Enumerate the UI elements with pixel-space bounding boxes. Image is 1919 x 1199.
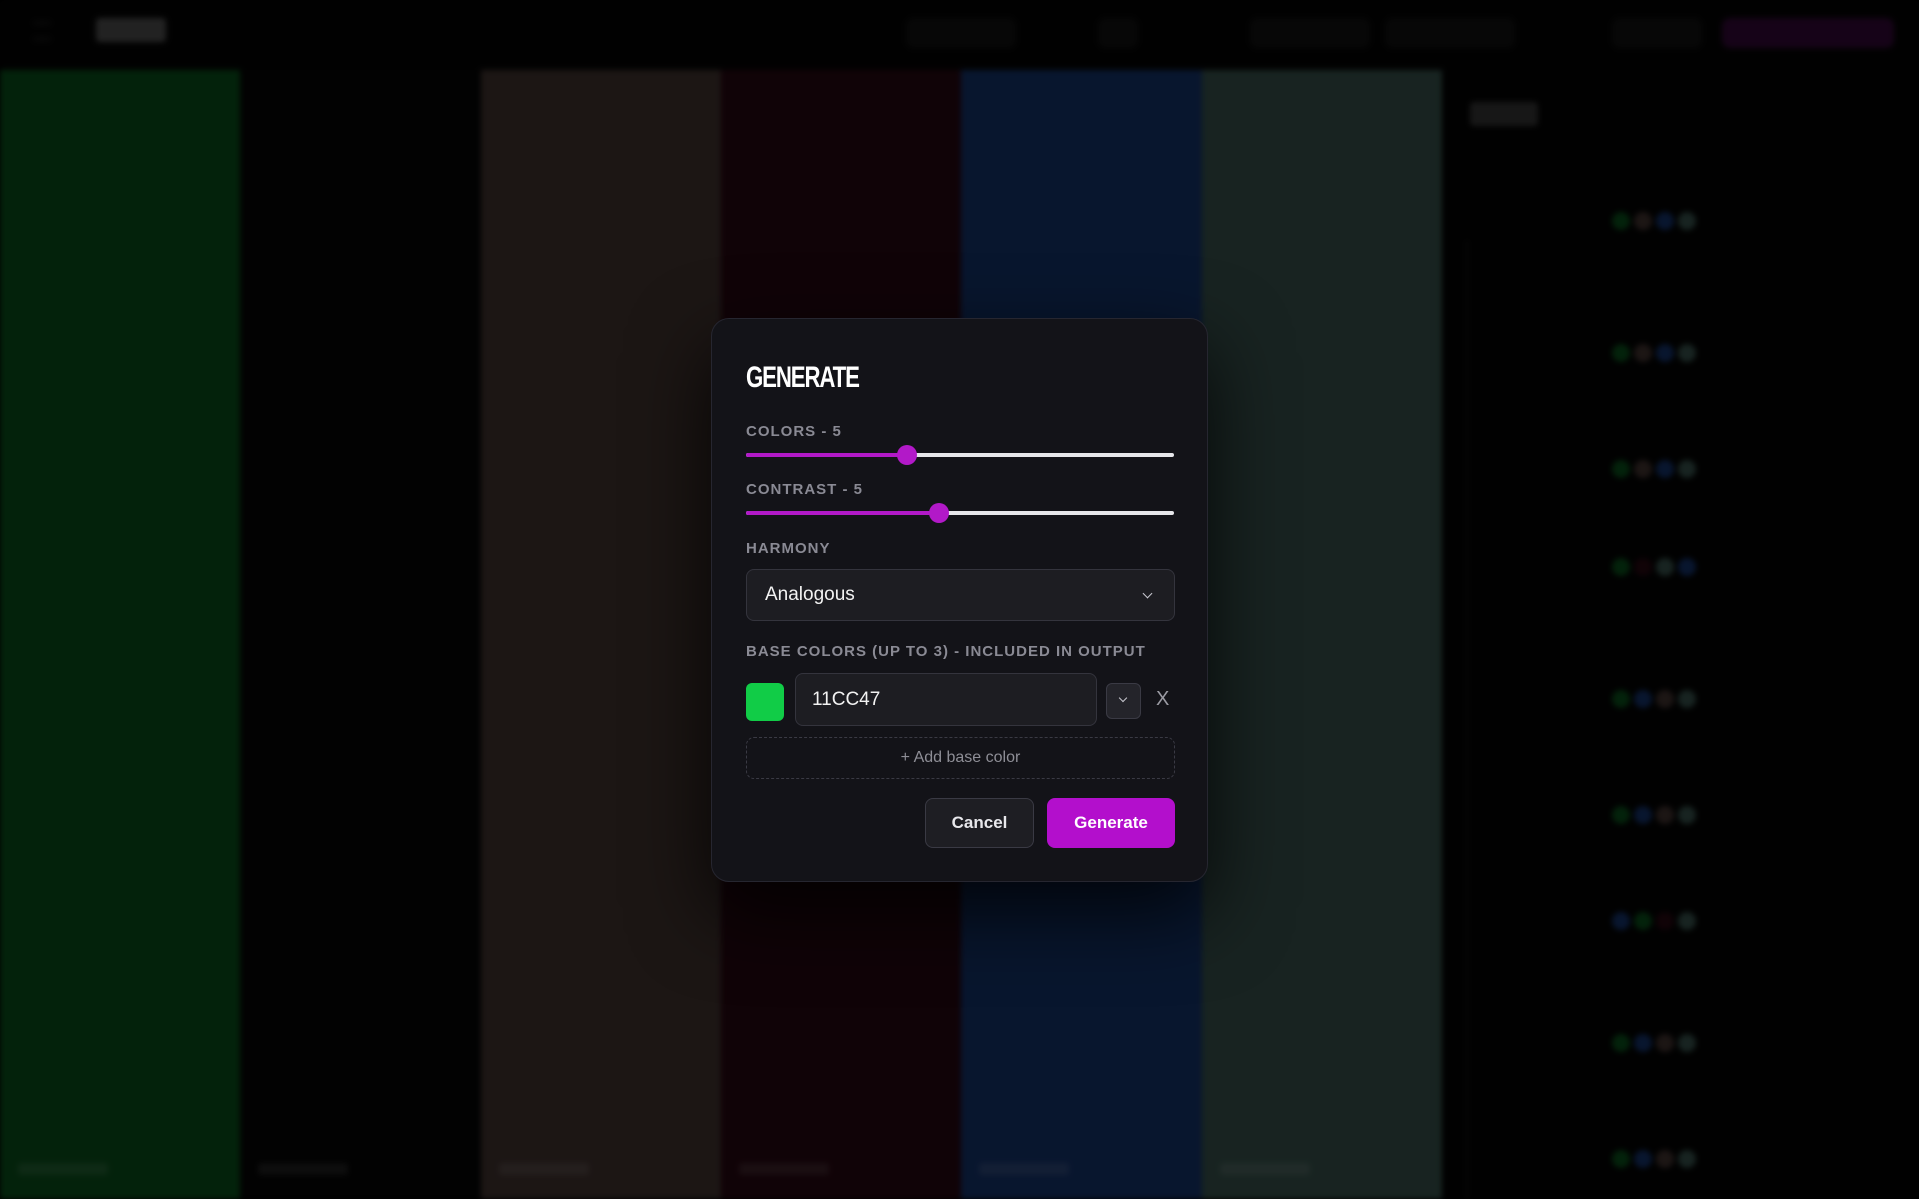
contrast-slider[interactable] [746,501,1174,525]
harmony-selected-value: Analogous [765,584,855,605]
colors-label: COLORS - 5 [746,423,842,440]
slider-fill [746,511,939,515]
slider-thumb[interactable] [928,503,949,523]
dialog-title: GENERATE [746,361,860,394]
cancel-button[interactable]: Cancel [925,798,1034,848]
generate-dialog: GENERATE COLORS - 5 CONTRAST - 5 HARMONY… [711,318,1208,882]
base-color-options-button[interactable] [1106,683,1141,719]
slider-thumb[interactable] [896,445,917,465]
harmony-select[interactable]: Analogous [746,569,1175,621]
base-color-hex-input[interactable] [795,673,1097,726]
slider-fill [746,453,907,457]
app-root: GENERATE COLORS - 5 CONTRAST - 5 HARMONY… [0,0,1919,1199]
generate-button[interactable]: Generate [1047,798,1175,848]
remove-base-color-button[interactable]: X [1156,688,1169,711]
chevron-down-icon [1142,588,1153,599]
contrast-label: CONTRAST - 5 [746,481,863,498]
add-base-color-button[interactable]: + Add base color [746,737,1175,779]
harmony-label: HARMONY [746,540,831,557]
chevron-down-icon [1118,693,1128,703]
colors-slider[interactable] [746,443,1174,467]
base-colors-label: BASE COLORS (UP TO 3) - INCLUDED IN OUTP… [746,643,1146,660]
base-color-swatch[interactable] [746,683,784,721]
